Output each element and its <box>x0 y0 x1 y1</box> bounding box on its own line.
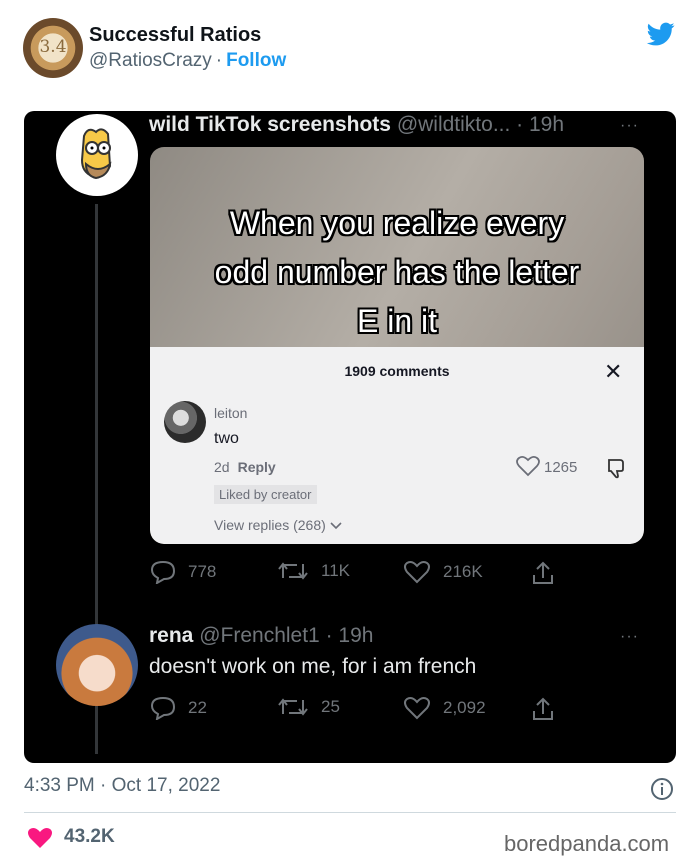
commenter-name[interactable]: leiton <box>214 405 247 421</box>
reply-icon <box>150 696 176 720</box>
heart-icon <box>404 561 430 584</box>
tweet1-age: 19h <box>529 113 565 136</box>
more-dots-icon[interactable]: ··· <box>620 117 639 135</box>
retweet-action[interactable]: 11K <box>277 560 350 582</box>
comment-age: 2d <box>214 459 230 475</box>
comment-text: two <box>214 430 239 447</box>
tweet2-avatar[interactable] <box>56 624 138 706</box>
heart-icon <box>404 697 430 720</box>
tweet1-media[interactable]: When you realize every odd number has th… <box>150 147 644 544</box>
share-icon[interactable] <box>531 696 555 722</box>
liked-by-creator-badge: Liked by creator <box>214 485 317 504</box>
reply-button[interactable]: Reply <box>238 459 276 475</box>
like-count: 2,092 <box>443 698 486 717</box>
divider <box>24 812 676 813</box>
homer-face-icon <box>80 128 112 180</box>
retweet-action[interactable]: 25 <box>277 696 340 718</box>
retweet-count: 25 <box>321 697 340 716</box>
tweet1-separator: · <box>510 113 529 136</box>
tweet-card: 3.4 Successful Ratios @RatiosCrazy · Follo… <box>0 0 700 866</box>
tweet1-header: wild TikTok screenshots @wildtikto... · … <box>149 113 564 137</box>
view-replies-label: View replies (268) <box>214 517 326 533</box>
tweet-timestamp[interactable]: 4:33 PM · Oct 17, 2022 <box>24 775 220 797</box>
comments-panel: 1909 comments ✕ leiton two 2d Reply Liked… <box>150 347 644 544</box>
twitter-bird-icon[interactable] <box>645 20 677 48</box>
separator: · <box>215 50 223 71</box>
dislike-icon[interactable] <box>605 457 627 479</box>
reply-count: 22 <box>188 698 207 717</box>
caption-line-1: When you realize every <box>229 205 565 241</box>
media-caption: When you realize every odd number has th… <box>150 199 644 346</box>
caption-line-3: E in it <box>356 303 438 339</box>
heart-filled-icon[interactable] <box>27 826 53 850</box>
author-handle-row: @RatiosCrazy · Follow <box>89 50 286 72</box>
tweet2-separator: · <box>319 624 339 647</box>
author-avatar[interactable]: 3.4 <box>23 18 83 78</box>
commenter-avatar[interactable] <box>164 401 206 443</box>
like-action[interactable]: 2,092 <box>403 696 486 720</box>
tweet1-avatar[interactable] <box>56 114 138 196</box>
chevron-down-icon <box>330 522 342 530</box>
like-count: 216K <box>443 562 483 581</box>
retweet-icon <box>278 562 308 580</box>
info-icon[interactable] <box>650 777 674 801</box>
tweet2-handle[interactable]: @Frenchlet1 <box>199 624 320 647</box>
tweet2-age: 19h <box>338 624 374 647</box>
comment-meta: 2d Reply <box>214 459 276 475</box>
retweet-icon <box>278 698 308 716</box>
close-icon[interactable]: ✕ <box>604 359 622 385</box>
more-dots-icon[interactable]: ··· <box>620 628 639 646</box>
comments-count: 1909 comments <box>344 363 450 379</box>
reply-action[interactable]: 778 <box>150 560 216 584</box>
watermark: boredpanda.com <box>504 831 670 856</box>
follow-button[interactable]: Follow <box>226 50 286 71</box>
author-name[interactable]: Successful Ratios <box>89 24 261 47</box>
reply-count: 778 <box>188 562 217 581</box>
reply-icon <box>150 560 176 584</box>
comment-likes: 1265 <box>544 459 578 476</box>
share-icon[interactable] <box>531 560 555 586</box>
tweet1-actions: 778 11K 216K <box>150 560 570 588</box>
author-handle[interactable]: @RatiosCrazy <box>89 50 212 71</box>
view-replies-button[interactable]: View replies (268) <box>214 517 342 533</box>
like-action[interactable]: 216K <box>403 560 483 584</box>
tweet2-header: rena @Frenchlet1 · 19h <box>149 624 373 648</box>
tweet1-handle[interactable]: @wildtikto... <box>397 113 511 136</box>
retweet-count: 11K <box>321 561 350 580</box>
avatar-text: 3.4 <box>39 37 67 57</box>
tweet2-text: doesn't work on me, for i am french <box>149 655 477 678</box>
tweet2-name[interactable]: rena <box>149 624 193 647</box>
total-likes: 43.2K <box>64 826 115 847</box>
tweet2-actions: 22 25 2,092 <box>150 696 570 724</box>
tweet1-name[interactable]: wild TikTok screenshots <box>149 113 391 136</box>
reply-action[interactable]: 22 <box>150 696 207 720</box>
heart-outline-icon[interactable] <box>516 455 540 477</box>
caption-line-2: odd number has the letter <box>214 254 580 290</box>
embedded-screenshot[interactable]: wild TikTok screenshots @wildtikto... · … <box>24 111 676 763</box>
